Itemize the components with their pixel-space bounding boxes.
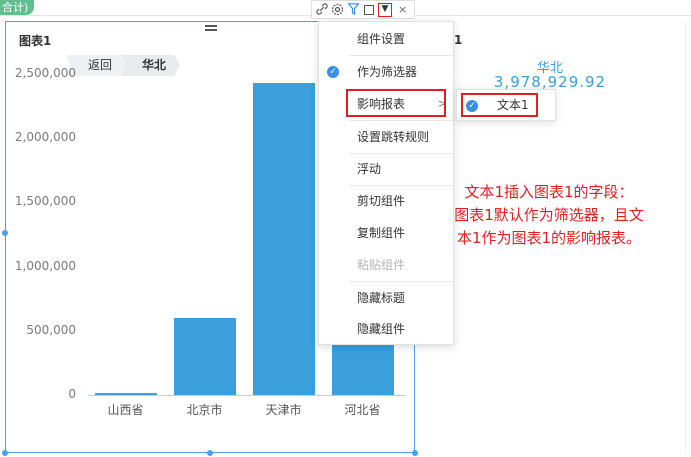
resize-handle-bottom-right[interactable] (412, 450, 418, 456)
annotation-line: 图表1默认作为筛选器，且文 (454, 206, 644, 224)
dropdown-icon[interactable]: ▼ (378, 2, 392, 17)
x-tick-label: 天津市 (265, 403, 302, 417)
resize-handle-bottom-left[interactable] (2, 450, 8, 456)
text-component-value: 3,978,929.92 (493, 73, 607, 91)
submenu-item-text1[interactable]: 文本1 (461, 93, 538, 117)
y-tick-label: 500,000 (26, 322, 76, 337)
affect-report-submenu: ✓ 文本1 (456, 89, 556, 121)
y-tick-label: 1,500,000 (14, 194, 76, 209)
annotation-line: 本1作为图表1的影响报表。 (456, 229, 642, 247)
right-component-border (685, 21, 686, 453)
breadcrumb-current[interactable]: 华北 (120, 55, 181, 76)
highlight-box-affect-report (346, 89, 446, 117)
resize-handle-left[interactable] (2, 230, 8, 236)
y-tick-label: 2,000,000 (14, 130, 76, 145)
bar-0[interactable] (94, 393, 157, 396)
menu-item-hide-title[interactable]: 隐藏标题 (319, 282, 455, 314)
menu-item-as-filter[interactable]: ✓ 作为筛选器 (319, 56, 455, 88)
bar-2[interactable] (252, 82, 315, 395)
annotation-note: 文本1插入图表1的字段： 图表1默认作为筛选器，且文 本1作为图表1的影响报表。 (418, 181, 680, 250)
component-toolbar: ▼ × (311, 0, 415, 19)
filter-icon[interactable] (347, 3, 360, 16)
menu-item-component-settings[interactable]: 组件设置 (319, 23, 455, 55)
resize-handle-bottom[interactable] (207, 450, 213, 456)
x-axis-line (88, 395, 406, 396)
x-tick-label: 河北省 (344, 403, 381, 417)
menu-item-hide-component[interactable]: 隐藏组件 (319, 313, 455, 345)
top-component-tag[interactable]: 合计) (0, 0, 35, 15)
gear-icon[interactable] (331, 3, 344, 16)
text-component-title: 1 (454, 33, 463, 47)
y-tick-label: 1,000,000 (14, 258, 76, 273)
x-tick-label: 山西省 (107, 403, 144, 417)
check-icon: ✓ (327, 66, 339, 78)
dashboard-canvas: 合计) 图表1 返回 华北 2,500,000 2,000,000 1,500,00… (0, 0, 691, 457)
y-tick-label: 0 (68, 387, 76, 401)
close-icon[interactable]: × (398, 3, 407, 16)
menu-item-jump-rules[interactable]: 设置跳转规则 (319, 121, 455, 153)
drag-handle-icon[interactable] (205, 25, 217, 31)
y-tick-label: 2,500,000 (14, 66, 76, 80)
link-icon[interactable] (315, 3, 328, 16)
chart-title: 图表1 (19, 34, 52, 48)
annotation-line: 文本1插入图表1的字段： (464, 183, 634, 201)
breadcrumb: 返回 华北 (66, 55, 181, 76)
x-tick-label: 北京市 (186, 403, 223, 417)
bar-1[interactable] (173, 317, 236, 395)
menu-item-paste: 粘贴组件 (357, 258, 406, 272)
square-icon[interactable] (364, 4, 374, 15)
